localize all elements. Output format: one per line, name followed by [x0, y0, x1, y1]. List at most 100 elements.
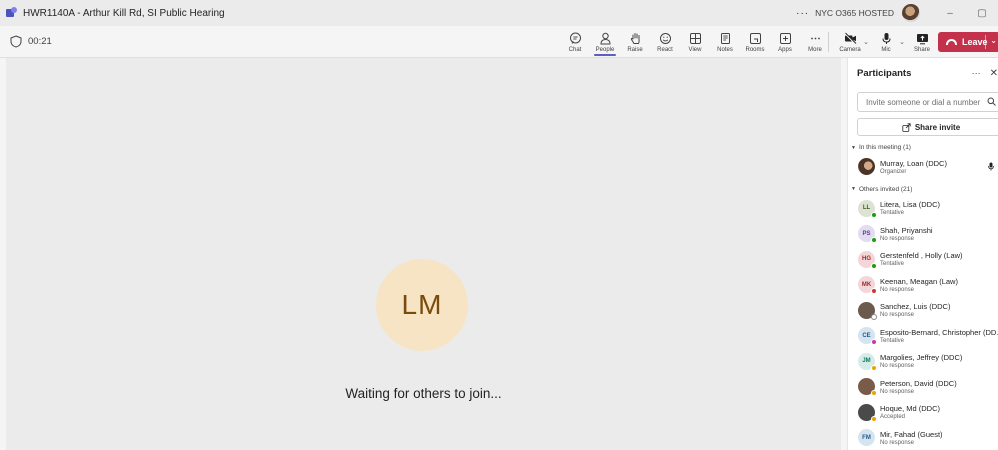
collapse-triangle-icon: ▼ — [851, 144, 856, 151]
participant-name: Gerstenfeld , Holly (Law) — [880, 251, 963, 261]
participant-initials: CE — [862, 332, 871, 339]
share-button[interactable]: Share — [908, 26, 936, 58]
apps-label: Apps — [778, 46, 792, 53]
more-button[interactable]: More — [800, 26, 830, 58]
mic-button[interactable]: Mic ⌄ — [872, 26, 905, 58]
panel-title: Participants — [857, 67, 912, 79]
in-meeting-section-toggle[interactable]: ▼ In this meeting (1) — [848, 144, 998, 151]
invite-input[interactable]: Invite someone or dial a number — [857, 92, 998, 112]
rooms-label: Rooms — [745, 46, 765, 53]
user-avatar[interactable] — [902, 4, 920, 22]
leave-divider — [985, 35, 986, 49]
leave-options-chevron-icon[interactable]: ⌄ — [990, 36, 997, 45]
participant-row[interactable]: FM Mir, Fahad (Guest) No response — [848, 425, 998, 450]
restore-button[interactable]: ▢ — [966, 8, 998, 19]
people-label: People — [595, 46, 615, 53]
others-invited-section-toggle[interactable]: ▼ Others invited (21) — [848, 186, 998, 193]
participant-initials: HG — [862, 256, 871, 263]
rooms-button[interactable]: Rooms — [740, 26, 770, 58]
more-label: More — [808, 46, 822, 53]
participant-name: Keenan, Meagan (Law) — [880, 276, 958, 286]
raise-hand-button[interactable]: Raise — [620, 26, 650, 58]
collapse-triangle-icon: ▼ — [851, 186, 856, 192]
chat-label: Chat — [568, 46, 582, 53]
participant-avatar: CE — [858, 327, 877, 346]
participant-name: Shah, Priyanshi — [880, 225, 933, 235]
waiting-message: Waiting for others to join... — [345, 386, 502, 401]
participant-avatar: LL — [858, 199, 877, 218]
notes-icon — [720, 32, 730, 44]
participant-avatar: HG — [858, 250, 877, 269]
hang-up-icon — [946, 39, 957, 45]
participant-row[interactable]: Murray, Loan (DDC) Organizer — [848, 154, 998, 180]
participant-status: No response — [880, 312, 915, 319]
search-icon — [987, 97, 996, 106]
participant-name: Mir, Fahad (Guest) — [880, 429, 943, 439]
view-label: View — [688, 46, 702, 53]
participant-name: Sanchez, Luis (DDC) — [880, 302, 951, 312]
participant-name: Peterson, David (DDC) — [880, 378, 957, 388]
participant-row[interactable]: PS Shah, Priyanshi No response — [848, 221, 998, 247]
panel-more-button[interactable]: ··· — [972, 68, 981, 78]
presence-status-icon — [871, 339, 877, 346]
raise-label: Raise — [627, 46, 643, 53]
participant-row[interactable]: Sanchez, Luis (DDC) No response — [848, 298, 998, 324]
mic-options-chevron-icon[interactable]: ⌄ — [899, 38, 905, 46]
presence-status-icon — [871, 390, 877, 397]
share-label: Share — [913, 46, 930, 53]
participant-row[interactable]: CE Esposito-Bernard, Christopher (DD... Te… — [848, 323, 998, 349]
meeting-timer: 00:21 — [28, 36, 52, 47]
participant-name: Esposito-Bernard, Christopher (DD... — [880, 327, 998, 337]
title-more-button[interactable]: ··· — [796, 8, 809, 19]
people-icon — [599, 32, 611, 44]
participant-status: Organizer — [880, 168, 907, 175]
participant-name: Litera, Lisa (DDC) — [880, 200, 941, 210]
participant-avatar: LM — [376, 259, 468, 351]
shield-icon — [10, 35, 22, 48]
mic-label: Mic — [881, 46, 891, 53]
camera-options-chevron-icon[interactable]: ⌄ — [863, 38, 869, 46]
minimize-button[interactable]: – — [934, 8, 966, 19]
meeting-actions: Chat People Raise React View Notes Rooms — [560, 26, 830, 58]
participant-row[interactable]: Peterson, David (DDC) No response — [848, 374, 998, 400]
participant-initials: LL — [862, 205, 871, 212]
chat-button[interactable]: Chat — [560, 26, 590, 58]
window-title-bar: HWR1140A - Arthur Kill Rd, SI Public Hea… — [0, 0, 998, 26]
participant-status: Tentative — [880, 337, 905, 344]
teams-logo-icon — [6, 7, 18, 19]
participant-row[interactable]: HG Gerstenfeld , Holly (Law) Tentative — [848, 247, 998, 273]
participant-row[interactable]: JM Margolies, Jeffrey (DDC) No response — [848, 349, 998, 375]
grid-icon — [689, 32, 701, 44]
react-button[interactable]: React — [650, 26, 680, 58]
people-button[interactable]: People — [590, 26, 620, 58]
leave-button[interactable]: Leave ⌄ — [938, 32, 998, 52]
camera-button[interactable]: Camera ⌄ — [836, 26, 869, 58]
microphone-icon — [882, 32, 890, 44]
camera-label: Camera — [839, 46, 861, 53]
apps-button[interactable]: Apps — [770, 26, 800, 58]
presence-status-icon — [871, 415, 877, 422]
participant-name: Margolies, Jeffrey (DDC) — [880, 353, 963, 363]
window-title: HWR1140A - Arthur Kill Rd, SI Public Hea… — [23, 7, 225, 19]
view-button[interactable]: View — [680, 26, 710, 58]
panel-close-button[interactable]: ✕ — [990, 68, 998, 79]
device-controls: Camera ⌄ Mic ⌄ Share — [836, 26, 936, 58]
participant-initials: JM — [862, 358, 871, 365]
share-invite-button[interactable]: Share invite — [857, 118, 998, 136]
rooms-icon — [749, 32, 761, 44]
participant-status: Tentative — [880, 261, 905, 268]
apps-icon — [779, 32, 791, 44]
microphone-icon — [988, 162, 994, 171]
chat-icon — [569, 32, 581, 44]
participant-avatar — [858, 403, 877, 422]
participant-status: No response — [880, 363, 915, 370]
more-icon — [810, 37, 820, 39]
participant-row[interactable]: MK Keenan, Meagan (Law) No response — [848, 272, 998, 298]
participant-row[interactable]: LL Litera, Lisa (DDC) Tentative — [848, 196, 998, 222]
participants-panel: Participants ··· ✕ Invite someone or dia… — [847, 58, 998, 450]
notes-button[interactable]: Notes — [710, 26, 740, 58]
participant-row[interactable]: Hoque, Md (DDC) Accepted — [848, 400, 998, 426]
toolbar-divider — [828, 32, 829, 52]
participant-avatar: JM — [858, 352, 877, 371]
participant-avatar — [858, 378, 877, 397]
